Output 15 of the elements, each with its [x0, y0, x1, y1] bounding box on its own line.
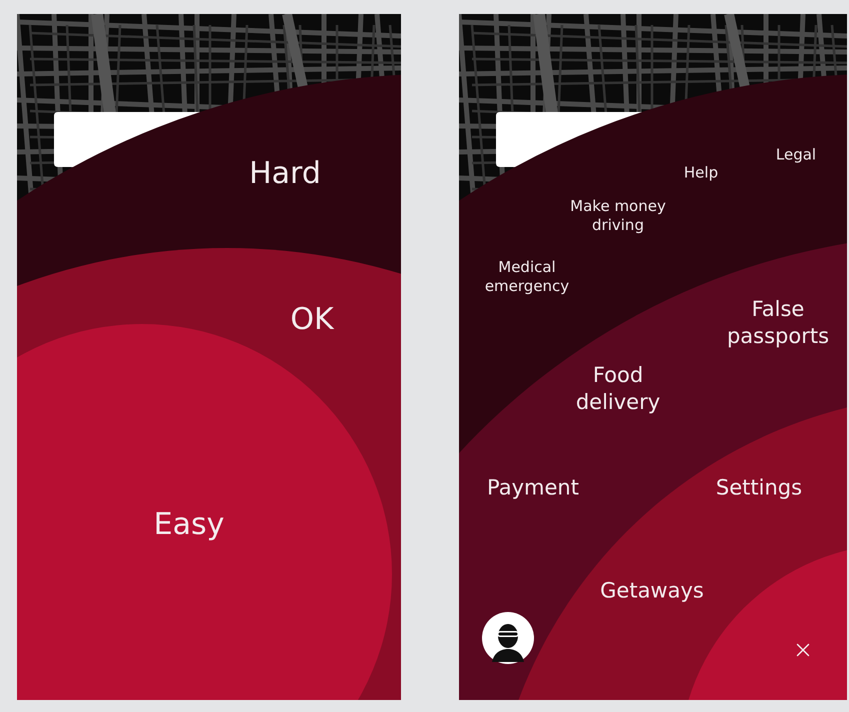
menu-option[interactable]: False passports [726, 296, 830, 350]
menu-option[interactable]: Hard [249, 157, 321, 191]
search-bar[interactable] [54, 112, 200, 167]
menu-option[interactable]: Getaways [600, 578, 704, 604]
menu-option[interactable]: Help [684, 164, 718, 182]
menu-option[interactable]: Make money driving [570, 197, 666, 235]
menu-option[interactable]: Food delivery [576, 362, 660, 416]
menu-option[interactable]: Medical emergency [484, 258, 570, 296]
menu-option[interactable]: Payment [487, 474, 579, 502]
menu-option[interactable]: OK [290, 303, 334, 337]
menu-option[interactable]: Legal [776, 146, 816, 164]
menu-option[interactable]: Easy [154, 508, 224, 542]
menu-option[interactable]: Settings [716, 474, 802, 502]
search-bar[interactable] [496, 112, 642, 167]
avatar-icon[interactable] [482, 612, 534, 664]
